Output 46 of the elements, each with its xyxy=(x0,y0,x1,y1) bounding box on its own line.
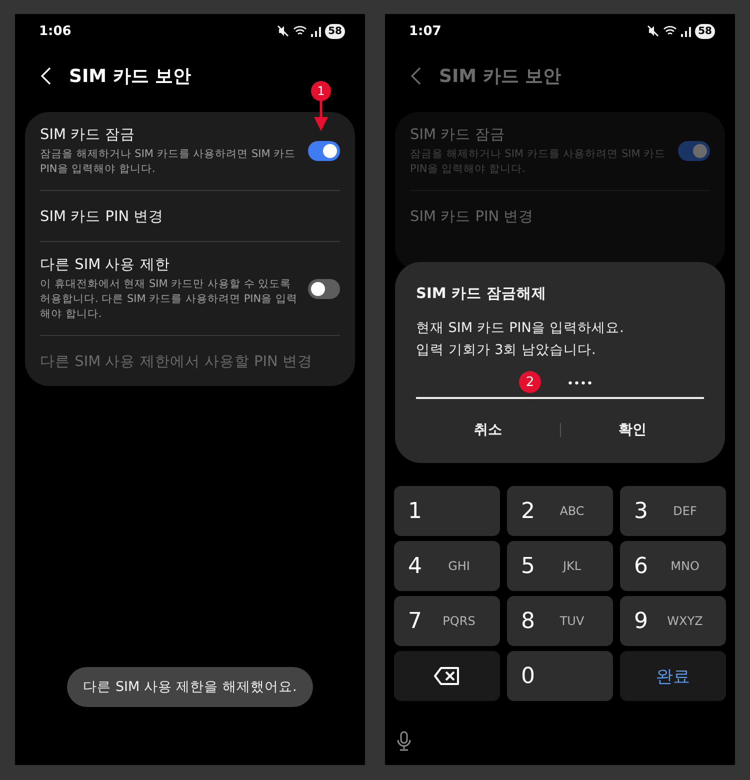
battery-level: 58 xyxy=(695,24,715,38)
digit-key[interactable]: 0 xyxy=(507,651,613,701)
toggle-switch[interactable] xyxy=(308,141,340,161)
mute-icon xyxy=(647,25,660,37)
toggle-switch[interactable] xyxy=(678,141,710,161)
dialog-message: 현재 SIM 카드 PIN을 입력하세요. xyxy=(416,319,625,338)
done-key[interactable]: 완료 xyxy=(620,651,726,701)
arrow-icon xyxy=(313,101,329,131)
signal-icon xyxy=(681,26,692,36)
dialog-message: 입력 기회가 3회 남았습니다. xyxy=(416,341,597,360)
digit-key[interactable]: 2 ABC xyxy=(507,486,613,536)
step-number-badge: 1 xyxy=(311,81,331,101)
setting-description: 잠금을 해제하거나 SIM 카드를 사용하려면 SIM 카드 PIN을 입력해야 합니다. xyxy=(40,147,297,177)
mute-icon xyxy=(277,25,290,37)
setting-label[interactable]: SIM 카드 PIN 변경 xyxy=(40,206,340,226)
digit-key[interactable]: 5 JKL xyxy=(507,541,613,591)
digit-key[interactable]: 7 PQRS xyxy=(394,596,500,646)
step-number-badge: 2 xyxy=(519,371,541,393)
microphone-icon[interactable] xyxy=(397,731,411,751)
cancel-button[interactable]: 취소 xyxy=(416,407,560,453)
confirm-button[interactable]: 확인 xyxy=(560,407,704,453)
wifi-icon xyxy=(663,25,678,37)
digit-key[interactable]: 6 MNO xyxy=(620,541,726,591)
status-time: 1:07 xyxy=(409,24,442,38)
signal-icon xyxy=(311,26,322,36)
digit-key[interactable]: 4 GHI xyxy=(394,541,500,591)
setting-description: 잠금을 해제하거나 SIM 카드를 사용하려면 SIM 카드 PIN을 입력해야 합니다. xyxy=(410,147,667,177)
pin-input-field[interactable]: •••• 2 xyxy=(416,369,704,399)
toggle-switch[interactable] xyxy=(308,278,340,298)
screen-title: SIM 카드 보안 xyxy=(69,65,192,88)
wifi-icon xyxy=(293,25,308,37)
backspace-key[interactable] xyxy=(394,651,500,701)
battery-level: 58 xyxy=(325,24,345,38)
dialog-title: SIM 카드 잠금해제 xyxy=(416,285,548,303)
toast-message: 다른 SIM 사용 제한을 해제했어요. xyxy=(67,667,313,707)
back-icon[interactable] xyxy=(41,67,51,85)
digit-key[interactable]: 3 DEF xyxy=(620,486,726,536)
digit-key[interactable]: 9 WXYZ xyxy=(620,596,726,646)
status-time: 1:06 xyxy=(39,24,72,38)
backspace-icon xyxy=(434,667,460,685)
digit-key[interactable]: 1 xyxy=(394,486,500,536)
setting-label[interactable]: 다른 SIM 사용 제한 xyxy=(40,255,300,274)
digit-key[interactable]: 8 TUV xyxy=(507,596,613,646)
setting-description: 이 휴대전화에서 현재 SIM 카드만 사용할 수 있도록 허용합니다. 다른 SIM 카드를 사용하려면 PIN을 입력해야 합니다. xyxy=(40,277,298,322)
setting-label[interactable]: SIM 카드 잠금 xyxy=(40,125,300,144)
screen-title: SIM 카드 보안 xyxy=(439,65,562,88)
